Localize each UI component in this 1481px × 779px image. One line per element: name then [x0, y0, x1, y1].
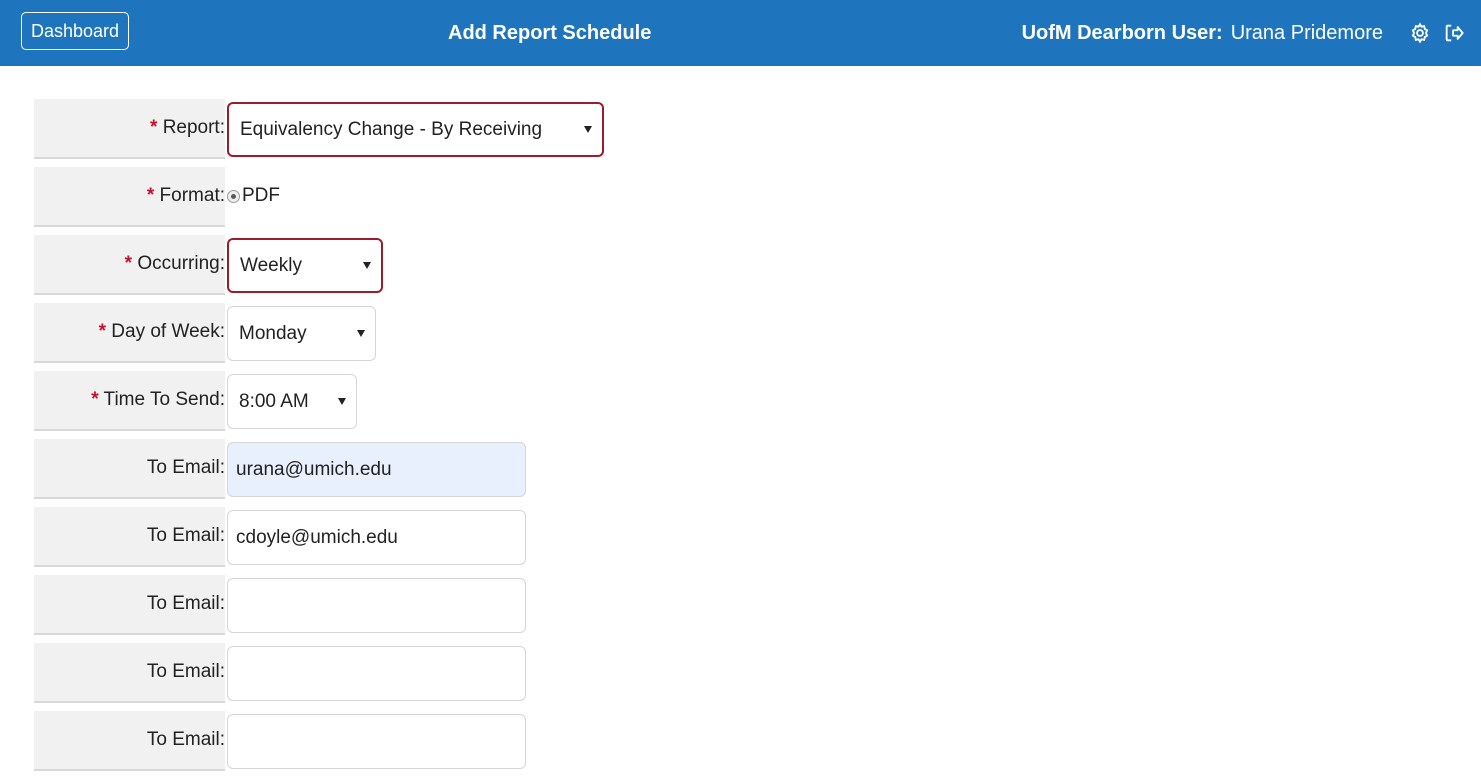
to-email-label: To Email:	[34, 711, 225, 771]
occurring-label-text: Occurring:	[137, 253, 225, 274]
to-email-input-5[interactable]	[227, 714, 526, 769]
to-email-input-1[interactable]	[227, 442, 526, 497]
time-to-send-select-value: 8:00 AM	[239, 390, 309, 412]
format-label-text: Format:	[159, 185, 225, 206]
occurring-label: * Occurring:	[34, 235, 225, 295]
required-marker: *	[146, 185, 155, 206]
logout-icon[interactable]	[1441, 20, 1467, 46]
to-email-label-text: To Email:	[146, 593, 225, 614]
report-label-text: Report:	[162, 117, 225, 138]
time-to-send-label: * Time To Send:	[34, 371, 225, 431]
chevron-down-icon	[357, 330, 365, 337]
user-label: UofM Dearborn User:	[1021, 21, 1223, 44]
gear-icon[interactable]	[1407, 20, 1433, 46]
format-label: * Format:	[34, 167, 225, 227]
format-radio-group: PDF	[227, 167, 280, 225]
to-email-input-4[interactable]	[227, 646, 526, 701]
required-marker: *	[150, 117, 158, 138]
format-pdf-label[interactable]: PDF	[242, 185, 280, 207]
user-name: Urana Pridemore	[1230, 21, 1383, 44]
to-email-label: To Email:	[34, 575, 225, 635]
report-label: * Report:	[34, 99, 225, 159]
report-select[interactable]: Equivalency Change - By Receiving	[227, 102, 604, 157]
to-email-label-text: To Email:	[146, 525, 225, 546]
chevron-down-icon	[584, 126, 592, 133]
chevron-down-icon	[338, 398, 346, 405]
chevron-down-icon	[363, 262, 371, 269]
to-email-label-text: To Email:	[146, 729, 225, 750]
occurring-select-value: Weekly	[240, 254, 302, 276]
time-to-send-select[interactable]: 8:00 AM	[227, 374, 357, 429]
top-bar: Dashboard Add Report Schedule UofM Dearb…	[0, 0, 1481, 66]
day-of-week-select[interactable]: Monday	[227, 306, 376, 361]
required-marker: *	[91, 389, 99, 410]
day-of-week-select-value: Monday	[239, 322, 307, 344]
user-area: UofM Dearborn User: Urana Pridemore	[1022, 0, 1467, 66]
required-marker: *	[124, 253, 133, 274]
to-email-label: To Email:	[34, 507, 225, 567]
dashboard-button[interactable]: Dashboard	[21, 12, 129, 50]
required-marker: *	[98, 321, 107, 342]
to-email-input-2[interactable]	[227, 510, 526, 565]
report-select-value: Equivalency Change - By Receiving	[240, 118, 543, 140]
to-email-label-text: To Email:	[146, 661, 225, 682]
day-of-week-label: * Day of Week:	[34, 303, 225, 363]
to-email-label-text: To Email:	[146, 457, 225, 478]
page-title: Add Report Schedule	[448, 22, 652, 44]
to-email-input-3[interactable]	[227, 578, 526, 633]
occurring-select[interactable]: Weekly	[227, 238, 383, 293]
to-email-label: To Email:	[34, 643, 225, 703]
time-to-send-label-text: Time To Send:	[103, 389, 225, 410]
format-pdf-radio[interactable]	[227, 189, 240, 203]
day-of-week-label-text: Day of Week:	[111, 321, 225, 342]
to-email-label: To Email:	[34, 439, 225, 499]
